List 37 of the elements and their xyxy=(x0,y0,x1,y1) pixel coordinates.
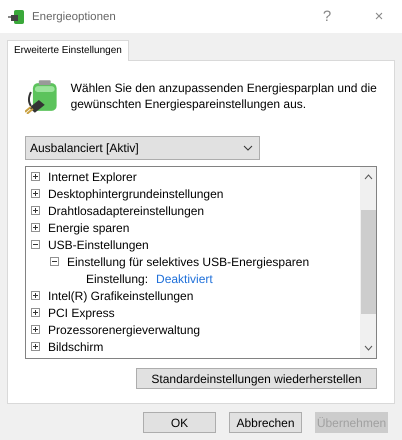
expand-icon[interactable] xyxy=(31,223,40,232)
tree-item[interactable]: Einstellung für selektives USB-Energiesparen xyxy=(67,254,310,268)
tree-item[interactable]: Energie sparen xyxy=(48,220,130,234)
expand-icon[interactable] xyxy=(31,308,40,317)
tree-item[interactable]: Bildschirm xyxy=(48,340,104,354)
power-plan-dropdown[interactable]: Ausbalanciert [Aktiv] xyxy=(25,136,260,160)
scroll-down-icon[interactable] xyxy=(364,345,372,351)
help-button[interactable]: ? xyxy=(304,8,350,25)
expand-icon[interactable] xyxy=(31,291,40,300)
close-button[interactable]: × xyxy=(356,8,402,25)
restore-defaults-button[interactable]: Standardeinstellungen wiederherstellen xyxy=(136,368,377,389)
scrollbar[interactable] xyxy=(360,167,376,358)
expand-icon[interactable] xyxy=(31,342,40,351)
tree-item[interactable]: Desktophintergrundeinstellungen xyxy=(48,186,224,200)
scroll-up-icon[interactable] xyxy=(364,174,372,180)
tree-item[interactable]: Prozessorenergieverwaltung xyxy=(48,322,200,336)
collapse-icon[interactable] xyxy=(31,240,40,249)
tree-item[interactable]: Intel(R) Grafikeinstellungen xyxy=(48,288,194,302)
expand-icon[interactable] xyxy=(31,172,40,181)
collapse-icon[interactable] xyxy=(50,257,59,266)
description-text: Wählen Sie den anzupassenden Energiesparplan und die gewünschten Energiespareinstellungen aus. xyxy=(70,80,377,113)
tab[interactable]: Erweiterte Einstellungen xyxy=(7,40,129,61)
chevron-down-icon xyxy=(243,145,253,151)
setting-label: Einstellung: xyxy=(86,272,148,286)
expand-icon[interactable] xyxy=(31,325,40,334)
tree-item[interactable]: Internet Explorer xyxy=(48,170,137,184)
power-plug-icon xyxy=(8,8,26,24)
scroll-thumb[interactable] xyxy=(360,210,376,314)
dialog-button[interactable]: Abbrechen xyxy=(229,412,302,433)
expand-icon[interactable] xyxy=(31,189,40,198)
dialog-button[interactable]: OK xyxy=(143,412,216,433)
window-title: Energieoptionen xyxy=(32,10,117,22)
tree-item[interactable]: USB-Einstellungen xyxy=(48,238,149,252)
setting-value-link[interactable]: Deaktiviert xyxy=(156,272,213,286)
tree-item[interactable]: PCI Express xyxy=(48,306,115,320)
tree-item[interactable]: Drahtlosadaptereinstellungen xyxy=(48,204,204,218)
expand-icon[interactable] xyxy=(31,206,40,215)
